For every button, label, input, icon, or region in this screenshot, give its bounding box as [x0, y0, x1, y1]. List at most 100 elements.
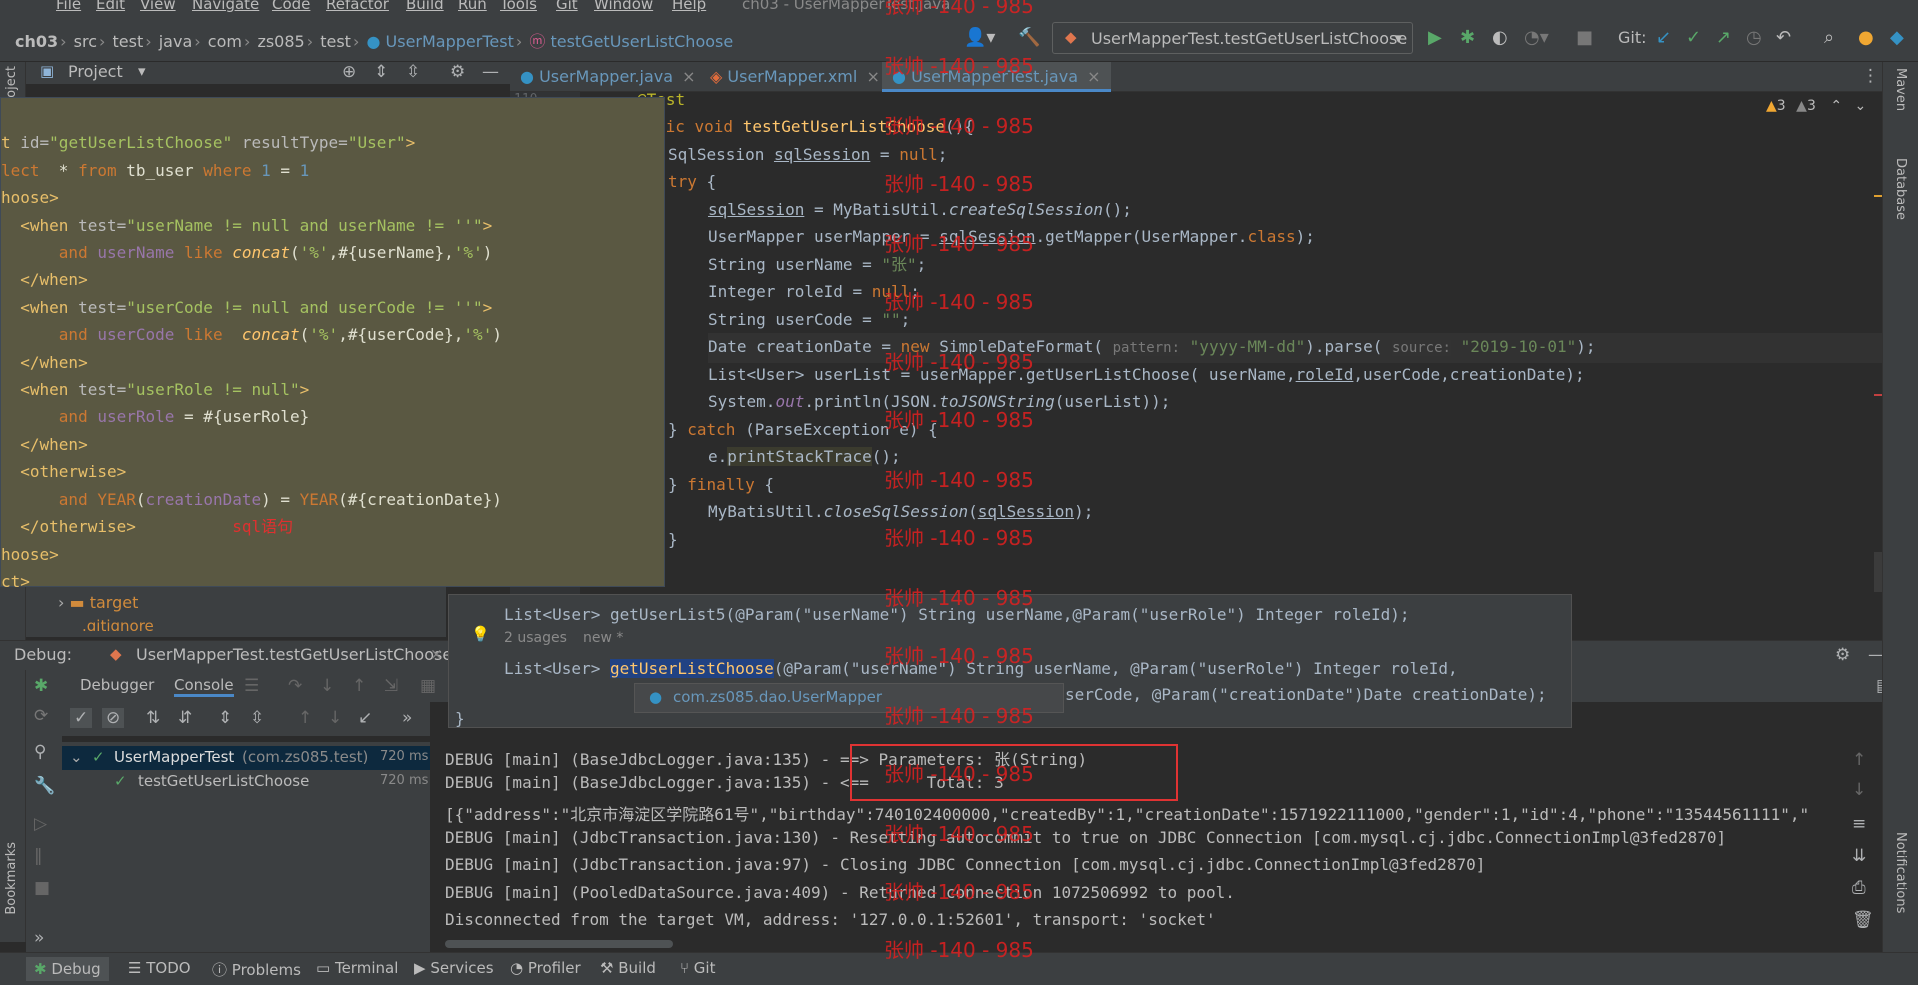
up-icon[interactable]: ↑ [1852, 750, 1866, 770]
bottom-tab-services[interactable]: ▶ Services [414, 959, 494, 977]
settings-icon[interactable]: ⚲ [34, 742, 46, 762]
bookmarks-tool-tab[interactable]: Bookmarks [4, 842, 19, 915]
menu-file[interactable]: File [56, 0, 81, 13]
menu-help[interactable]: Help [672, 0, 706, 13]
notifications-tool-tab[interactable]: Notifications [1893, 832, 1908, 913]
test-row-root[interactable]: ⌄ ✓ UserMapperTest (com.zs085.test) 720 … [62, 746, 430, 770]
expand-all-icon[interactable]: ⇕ [218, 708, 232, 728]
menu-view[interactable]: View [140, 0, 176, 13]
tab-console[interactable]: Console [174, 676, 234, 697]
chevron-up-icon[interactable]: ⌃ [1830, 98, 1842, 114]
pause-icon[interactable]: ‖ [34, 846, 43, 866]
gear-icon[interactable]: ⚙ [1835, 645, 1850, 665]
resume-program-icon[interactable]: ▷ [34, 814, 47, 834]
menu-build[interactable]: Build [406, 0, 444, 13]
breadcrumb-class[interactable]: UserMapperTest [386, 32, 514, 51]
close-icon[interactable]: × [682, 67, 695, 86]
tree-item-target[interactable]: › ▬ target [58, 593, 138, 612]
bottom-tab-problems[interactable]: ⓘ Problems [212, 959, 301, 980]
run-configuration-select[interactable]: ◆ UserMapperTest.testGetUserListChoose ▾ [1052, 22, 1413, 54]
wrench-icon[interactable]: 🔧 [34, 776, 55, 796]
close-icon[interactable]: × [430, 645, 443, 663]
project-panel-title[interactable]: Project [68, 62, 123, 81]
step-over-icon[interactable]: ↷ [288, 676, 302, 696]
update-icon[interactable]: ● [1858, 28, 1874, 48]
breadcrumb-zs085[interactable]: zs085 [257, 32, 304, 51]
database-tool-tab[interactable]: Database [1893, 158, 1908, 220]
tab-usermapper-xml[interactable]: ◈ UserMapper.xml × [700, 62, 890, 92]
import-tests-icon[interactable]: ↙ [358, 708, 372, 728]
run-to-cursor-icon[interactable]: ⇲ [384, 676, 398, 696]
collapse-all-icon[interactable]: ⇳ [250, 708, 264, 728]
tree-item-gitignore[interactable]: .gitignore [82, 617, 154, 631]
menu-refactor[interactable]: Refactor [326, 0, 389, 13]
bottom-tab-terminal[interactable]: ▭ Terminal [316, 959, 398, 977]
more-icon[interactable]: » [34, 928, 44, 948]
git-commit-icon[interactable]: ✓ [1686, 28, 1701, 48]
jetbrains-icon[interactable]: ◆ [1890, 28, 1904, 48]
inspection-widget[interactable]: ▲3 ▲3 ⌃ ⌄ [1766, 98, 1866, 114]
maven-tool-tab[interactable]: Maven [1893, 68, 1908, 111]
expand-all-icon[interactable]: ⇕ [374, 62, 388, 82]
rollback-icon[interactable]: ↶ [1776, 28, 1791, 48]
scroll-to-end-icon[interactable]: ⇊ [1852, 846, 1866, 866]
user-icon[interactable]: 👤▾ [964, 28, 995, 48]
menu-navigate[interactable]: Navigate [192, 0, 259, 13]
menu-run[interactable]: Run [458, 0, 487, 13]
bottom-tab-git[interactable]: ⑂ Git [680, 959, 715, 977]
menu-window[interactable]: Window [594, 0, 653, 13]
show-passed-icon[interactable]: ✓ [70, 708, 93, 728]
step-out-icon[interactable]: ↑ [352, 676, 366, 696]
debug-session-tab[interactable]: UserMapperTest.testGetUserListChoose [136, 645, 452, 664]
menu-edit[interactable]: Edit [96, 0, 125, 13]
close-icon[interactable]: × [1087, 67, 1100, 86]
step-into-icon[interactable]: ↓ [320, 676, 334, 696]
build-hammer-icon[interactable]: 🔨 [1018, 28, 1040, 48]
layout-icon[interactable]: ☰ [244, 676, 259, 696]
bottom-tab-profiler[interactable]: ◔ Profiler [510, 959, 581, 977]
profile-icon[interactable]: ◔▾ [1524, 28, 1549, 48]
collapse-all-icon[interactable]: ⇳ [406, 62, 420, 82]
debug-icon[interactable]: ✱ [1460, 28, 1475, 48]
more-tabs-icon[interactable]: ⋮ [1862, 66, 1879, 86]
breadcrumb-test[interactable]: test [113, 32, 144, 51]
down-icon[interactable]: ↓ [1852, 780, 1866, 800]
print-icon[interactable]: ⎙ [1852, 878, 1866, 898]
chevron-down-icon[interactable]: ⌄ [1855, 98, 1867, 114]
git-push-icon[interactable]: ↗ [1716, 28, 1731, 48]
bottom-tab-build[interactable]: ⚒ Build [600, 959, 656, 977]
coverage-icon[interactable]: ◐ [1492, 28, 1508, 48]
stop-icon[interactable]: ■ [1576, 28, 1593, 48]
sort-alpha-icon[interactable]: ⇅ [146, 708, 160, 728]
lightbulb-icon[interactable]: 💡 [471, 625, 490, 643]
breadcrumb-java[interactable]: java [159, 32, 193, 51]
show-ignored-icon[interactable]: ⊘ [102, 708, 125, 728]
stop-icon[interactable]: ■ [34, 878, 50, 898]
rerun-icon[interactable]: ✱ [34, 676, 48, 696]
breadcrumb-test-pkg[interactable]: test [320, 32, 351, 51]
breadcrumb-src[interactable]: src [74, 32, 97, 51]
bottom-tab-debug[interactable]: ✱ Debug [26, 957, 109, 981]
evaluate-icon[interactable]: ▦ [420, 676, 436, 696]
usages-count[interactable]: 2 usages [504, 630, 567, 646]
git-update-icon[interactable]: ↙ [1656, 28, 1671, 48]
menu-git[interactable]: Git [556, 0, 578, 13]
search-icon[interactable]: ⌕ [1824, 28, 1834, 48]
breadcrumb-com[interactable]: com [208, 32, 242, 51]
breadcrumb-method[interactable]: testGetUserListChoose [550, 32, 733, 51]
tab-debugger[interactable]: Debugger [80, 676, 154, 694]
close-icon[interactable]: × [866, 67, 879, 86]
locate-icon[interactable]: ⊕ [342, 62, 356, 82]
breadcrumb-project[interactable]: ch03 [15, 32, 58, 51]
more-icon[interactable]: » [402, 708, 412, 728]
hide-panel-icon[interactable]: — [482, 62, 499, 82]
menu-code[interactable]: Code [272, 0, 310, 13]
soft-wrap-icon[interactable]: ≡ [1852, 814, 1866, 834]
resume-icon[interactable]: ⟳ [34, 706, 48, 726]
error-stripe-marker[interactable] [1874, 394, 1882, 396]
horizontal-scrollbar[interactable] [445, 940, 673, 948]
prev-failed-icon[interactable]: ↑ [298, 708, 312, 728]
chevron-down-icon[interactable]: ▾ [138, 62, 146, 80]
bottom-tab-todo[interactable]: ☰ TODO [128, 959, 191, 977]
menu-tools[interactable]: Tools [500, 0, 537, 13]
